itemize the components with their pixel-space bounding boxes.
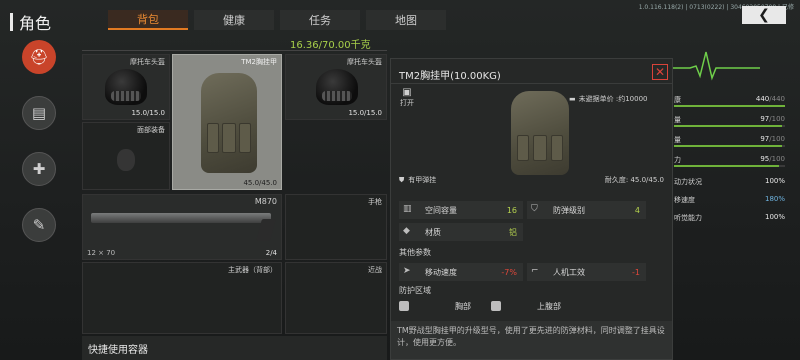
money-icon: ▬ — [569, 95, 576, 103]
body-armor-slot[interactable]: TM2胸挂甲 45.0/45.0 — [172, 54, 282, 190]
torso-icon — [491, 301, 501, 311]
armor-icon: ⛊ — [399, 175, 405, 184]
page-title-text: 角色 — [19, 14, 52, 33]
pistol-slot[interactable]: 手枪 — [285, 194, 387, 260]
rail-character-button[interactable]: ⛑ — [22, 40, 56, 74]
open-label: 打开 — [400, 99, 414, 107]
ammo-type: 12 × 70 — [87, 249, 116, 257]
item-description: TM野战型胸挂甲的升级型号，使用了更先进的防弹材料，同时调整了挂具设计，使用更方… — [391, 321, 672, 359]
divider — [391, 83, 672, 84]
stat-row: 量 97/100 — [660, 115, 785, 127]
headgear-slot[interactable]: 摩托车头盔 15.0/15.0 — [285, 54, 387, 120]
divider — [82, 50, 387, 51]
tab-backpack[interactable]: 背包 — [108, 10, 188, 30]
slot-label: 面部装备 — [137, 126, 165, 134]
close-button[interactable]: ✕ — [652, 64, 668, 80]
slot-label: M870 — [254, 197, 277, 206]
health-icon: ✚ — [32, 160, 46, 178]
page-title: 角色 — [10, 10, 51, 34]
zone-chest: 胸部 — [399, 299, 471, 313]
torso-icon — [399, 301, 409, 311]
close-icon: ✕ — [654, 65, 666, 79]
slot-durability: 15.0/15.0 — [348, 109, 382, 117]
slot-label: TM2胸挂甲 — [241, 58, 277, 66]
param-move-speed: ➤ 移动速度 -7% — [399, 263, 523, 281]
helmet-image — [316, 69, 358, 105]
helmet-slot[interactable]: 摩托车头盔 15.0/15.0 — [82, 54, 170, 120]
stat-row: 量 97/100 — [660, 135, 785, 147]
slot-label: 近战 — [368, 266, 382, 274]
character-icon: ⛑ — [29, 48, 49, 66]
quick-use-container[interactable]: 快捷使用容器 — [82, 336, 387, 360]
slot-label: 摩托车头盔 — [130, 58, 165, 66]
protection-zones-heading: 防护区域 — [399, 286, 431, 295]
primary-weapon-slot[interactable]: 主武器（背部） — [82, 262, 282, 334]
melee-slot[interactable]: 近战 — [285, 262, 387, 334]
capacity-icon: ▥ — [403, 204, 412, 214]
attr-capacity: ▥ 空间容量 16 — [399, 201, 523, 219]
slot-durability: 45.0/45.0 — [243, 179, 277, 187]
quick-use-label: 快捷使用容器 — [88, 345, 148, 356]
tab-bar: 背包 健康 任务 地图 — [108, 10, 446, 30]
tools-icon: ✎ — [32, 216, 46, 234]
ammo-count: 2/4 — [265, 249, 277, 257]
attr-armor-class: ⛉ 防弹级别 4 — [527, 201, 646, 219]
slot-label: 摩托车头盔 — [347, 58, 382, 66]
tab-health[interactable]: 健康 — [194, 10, 274, 30]
inventory-screen: 1.0.116.118(2) | 0713(0222) | 3046020507… — [0, 0, 800, 360]
material-icon: ◆ — [403, 226, 410, 236]
stat-row: 移速度 180% — [674, 195, 785, 204]
rail-health-button[interactable]: ✚ — [22, 152, 56, 186]
backpack-icon: ▤ — [31, 104, 47, 122]
chevron-left-icon: ❮ — [758, 7, 770, 23]
shotgun-image — [91, 213, 271, 223]
slot-label: 手枪 — [368, 198, 382, 206]
armor-tag: ⛊ 有甲弹挂 — [399, 175, 437, 185]
tab-map[interactable]: 地图 — [366, 10, 446, 30]
back-button[interactable]: ❮ — [742, 6, 786, 24]
vest-preview-image — [511, 91, 569, 175]
slot-label: 主武器（背部） — [228, 266, 277, 274]
vest-image — [201, 73, 257, 173]
stat-row: 康 440/440 — [660, 95, 785, 107]
shield-icon: ⛉ — [531, 204, 538, 214]
item-detail-popup: TM2胸挂甲(10.00KG) ✕ ▣ 打开 ▬ 未避据单价 :约10000 ⛊… — [390, 58, 673, 360]
item-title: TM2胸挂甲(10.00KG) — [399, 71, 501, 82]
shotgun-slot[interactable]: M870 12 × 70 2/4 — [82, 194, 282, 260]
slot-durability: 15.0/15.0 — [131, 109, 165, 117]
mask-placeholder-icon — [117, 149, 135, 171]
zone-upper-abdomen: 上腹部 — [491, 299, 561, 313]
attr-material: ◆ 材质 铝 — [399, 223, 523, 241]
stat-row: 力 95/100 — [660, 155, 785, 167]
stat-row: 听觉能力 100% — [674, 213, 785, 222]
carry-weight: 16.36/70.00千克 — [290, 40, 371, 51]
running-icon: ➤ — [403, 266, 411, 276]
stat-row: 动力状况 100% — [674, 177, 785, 186]
param-ergonomics: ⌐ 人机工效 -1 — [527, 263, 646, 281]
item-price: ▬ 未避据单价 :约10000 — [569, 95, 648, 103]
heartbeat-icon — [660, 51, 760, 81]
rail-tools-button[interactable]: ✎ — [22, 208, 56, 242]
durability-text: 耐久度: 45.0/45.0 — [604, 176, 664, 184]
open-button[interactable]: ▣ 打开 — [399, 87, 415, 108]
open-icon: ▣ — [402, 87, 412, 98]
helmet-image — [105, 69, 147, 105]
title-bar-accent — [10, 13, 13, 31]
gun-icon: ⌐ — [531, 266, 539, 276]
other-params-heading: 其他参数 — [399, 248, 431, 257]
rail-backpack-button[interactable]: ▤ — [22, 96, 56, 130]
tab-tasks[interactable]: 任务 — [280, 10, 360, 30]
face-gear-slot[interactable]: 面部装备 — [82, 122, 170, 190]
